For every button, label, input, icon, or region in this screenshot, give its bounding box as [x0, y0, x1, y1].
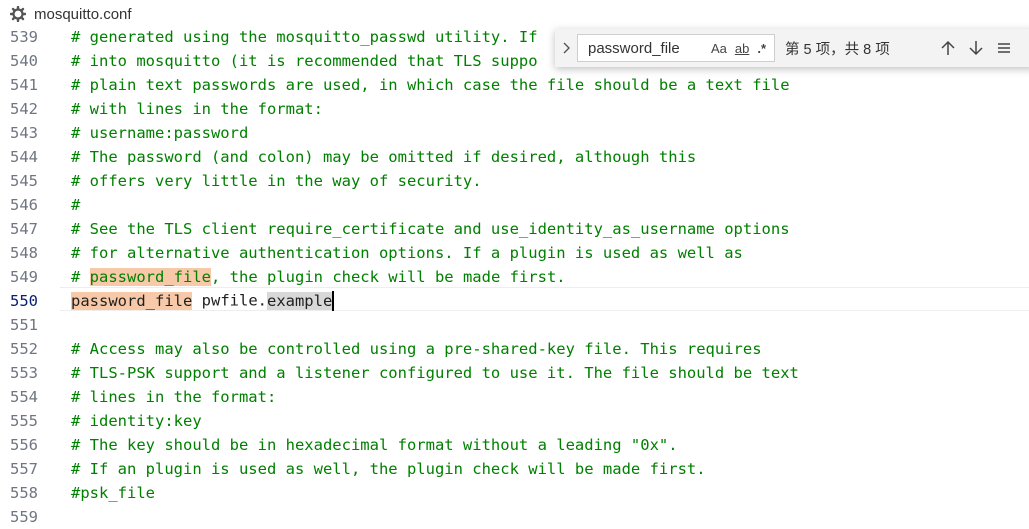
line-text: # password_file, the plugin check will b… — [71, 268, 566, 286]
line-text: # with lines in the format: — [71, 100, 323, 118]
line-text: # The key should be in hexadecimal forma… — [71, 436, 678, 454]
code-line[interactable]: 542 # with lines in the format: — [0, 97, 1029, 121]
code-line[interactable]: 553 # TLS-PSK support and a listener con… — [0, 361, 1029, 385]
editor-tab[interactable]: mosquitto.conf — [0, 0, 1029, 28]
find-query: password_file — [588, 39, 680, 57]
line-text: #psk_file — [71, 484, 155, 502]
line-number: 556 — [10, 436, 38, 454]
line-text: password_file pwfile.example — [71, 291, 335, 311]
code-line[interactable]: 545 # offers very little in the way of s… — [0, 169, 1029, 193]
find-input[interactable]: password_file Aa ab .* — [577, 34, 775, 62]
code-line[interactable]: 543 # username:password — [0, 121, 1029, 145]
line-number: 554 — [10, 388, 38, 406]
line-suffix: , the plugin check will be made first. — [211, 268, 566, 286]
line-number: 549 — [10, 268, 38, 286]
code-line[interactable]: 551 — [0, 313, 1029, 337]
line-number: 553 — [10, 364, 38, 382]
line-number: 559 — [10, 508, 38, 526]
config-value: pwfile. — [192, 291, 267, 310]
find-widget: password_file Aa ab .* 第 5 项，共 8 项 — [555, 29, 1029, 67]
text-cursor — [332, 291, 335, 311]
code-line[interactable]: 546 # — [0, 193, 1029, 217]
line-number: 544 — [10, 148, 38, 166]
line-text: # — [71, 196, 81, 214]
line-text: # for alternative authentication options… — [71, 244, 743, 262]
match-case-toggle[interactable]: Aa — [711, 41, 727, 56]
line-text: # plain text passwords are used, in whic… — [71, 76, 790, 94]
line-number: 550 — [10, 292, 38, 310]
code-line[interactable]: 548 # for alternative authentication opt… — [0, 241, 1029, 265]
code-line[interactable]: 555 # identity:key — [0, 409, 1029, 433]
arrow-down-icon — [969, 41, 983, 56]
code-line[interactable]: 557 # If an plugin is used as well, the … — [0, 457, 1029, 481]
line-text: # username:password — [71, 124, 249, 142]
line-number: 543 — [10, 124, 38, 142]
line-number: 547 — [10, 220, 38, 238]
code-line[interactable]: 559 — [0, 505, 1029, 529]
selection: example — [266, 291, 333, 310]
code-line[interactable]: 549 # password_file, the plugin check wi… — [0, 265, 1029, 289]
find-menu-button[interactable] — [990, 34, 1018, 62]
line-number: 542 — [10, 100, 38, 118]
chevron-right-icon — [563, 42, 570, 54]
match-count: 第 5 项，共 8 项 — [785, 41, 890, 58]
line-number: 557 — [10, 460, 38, 478]
line-text: # generated using the mosquitto_passwd u… — [71, 28, 538, 46]
next-match-button[interactable] — [962, 34, 990, 62]
line-text: # If an plugin is used as well, the plug… — [71, 460, 706, 478]
code-line[interactable]: 552 # Access may also be controlled usin… — [0, 337, 1029, 361]
search-match-current: password_file — [71, 291, 193, 310]
search-match: password_file — [89, 268, 211, 286]
line-text: # offers very little in the way of secur… — [71, 172, 482, 190]
arrow-up-icon — [941, 40, 955, 55]
whole-word-toggle[interactable]: ab — [735, 41, 749, 56]
line-number: 555 — [10, 412, 38, 430]
toggle-replace-button[interactable] — [555, 29, 577, 67]
line-text: # The password (and colon) may be omitte… — [71, 148, 697, 166]
code-line[interactable]: 541 # plain text passwords are used, in … — [0, 73, 1029, 97]
code-editor[interactable]: 539 # generated using the mosquitto_pass… — [0, 28, 1029, 526]
line-number: 558 — [10, 484, 38, 502]
line-text: # into mosquitto (it is recommended that… — [71, 52, 538, 70]
tab-filename: mosquitto.conf — [34, 5, 132, 23]
line-text: # identity:key — [71, 412, 202, 430]
line-number: 540 — [10, 52, 38, 70]
line-number: 541 — [10, 76, 38, 94]
line-text: # TLS-PSK support and a listener configu… — [71, 364, 799, 382]
code-line[interactable]: 554 # lines in the format: — [0, 385, 1029, 409]
line-number: 546 — [10, 196, 38, 214]
code-line[interactable]: 547 # See the TLS client require_certifi… — [0, 217, 1029, 241]
line-text: # Access may also be controlled using a … — [71, 340, 762, 358]
line-text: # See the TLS client require_certificate… — [71, 220, 790, 238]
regex-toggle[interactable]: .* — [757, 41, 766, 56]
line-number: 552 — [10, 340, 38, 358]
code-line[interactable]: 556 # The key should be in hexadecimal f… — [0, 433, 1029, 457]
code-line[interactable]: 558 #psk_file — [0, 481, 1029, 505]
line-number: 548 — [10, 244, 38, 262]
line-number: 545 — [10, 172, 38, 190]
code-line-current[interactable]: 550 password_file pwfile.example — [0, 289, 1029, 313]
previous-match-button[interactable] — [934, 34, 962, 62]
line-prefix: # — [71, 268, 90, 286]
line-number: 539 — [10, 28, 38, 46]
code-line[interactable]: 544 # The password (and colon) may be om… — [0, 145, 1029, 169]
line-text: # lines in the format: — [71, 388, 277, 406]
menu-icon — [997, 43, 1010, 53]
line-number: 551 — [10, 316, 38, 334]
gear-icon — [10, 6, 26, 22]
